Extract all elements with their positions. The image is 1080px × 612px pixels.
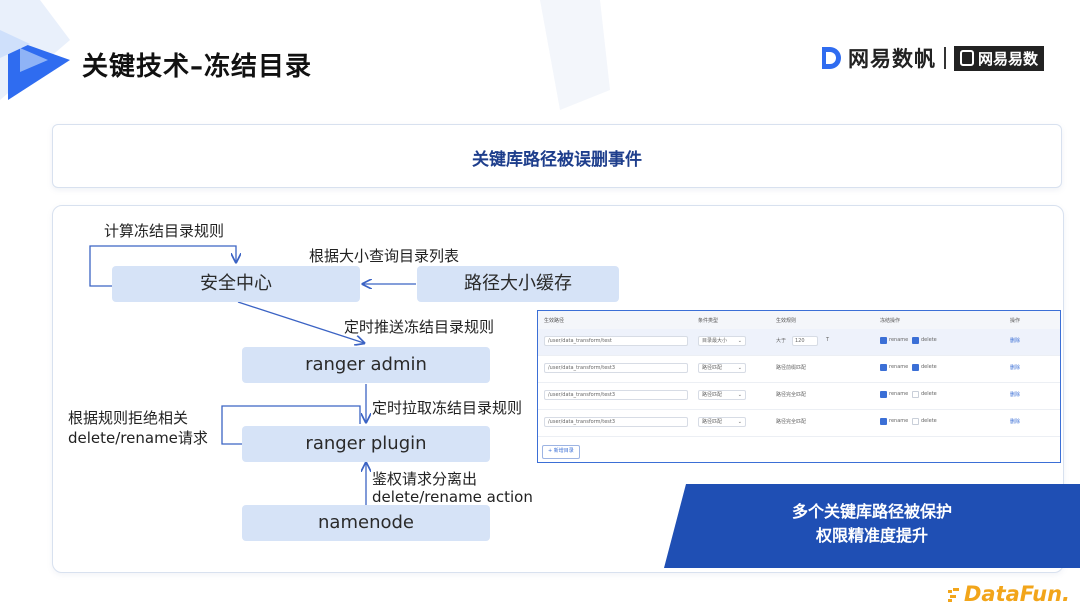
rename-label: rename (889, 418, 909, 424)
rename-label: rename (889, 337, 909, 343)
brand-secondary-badge: 网易易数 (953, 45, 1044, 71)
node-path-size-cache: 路径大小缓存 (417, 266, 619, 302)
table-row: /user/data_transform/test3 路径匹配 ⌄ 路径完全匹配 … (538, 410, 1060, 437)
size-input[interactable]: 120 (792, 336, 818, 346)
delete-label: delete (921, 418, 937, 424)
node-ranger-plugin: ranger plugin (242, 426, 490, 462)
condition-value: 路径匹配 (702, 419, 723, 425)
header-path: 生效路径 (544, 318, 565, 324)
chevron-down-icon: ⌄ (737, 365, 742, 371)
header-condition: 条件类型 (698, 318, 719, 324)
condition-select[interactable]: 路径匹配 ⌄ (698, 363, 746, 373)
event-banner: 关键库路径被误删事件 (52, 124, 1062, 188)
delete-link[interactable]: 删除 (1010, 391, 1020, 398)
label-reject-line2: delete/rename请求 (68, 429, 208, 447)
condition-value: 路径匹配 (702, 365, 723, 371)
datafun-text: DataFun. (963, 582, 1070, 606)
callout-line1: 多个关键库路径被保护 (791, 502, 952, 521)
delete-checkbox[interactable] (912, 337, 919, 344)
label-pull-rules: 定时拉取冻结目录规则 (372, 399, 523, 417)
path-input[interactable]: /user/data_transform/test3 (544, 417, 688, 427)
brand-primary-text: 网易数帆 (847, 47, 936, 71)
delete-link[interactable]: 删除 (1010, 337, 1020, 344)
delete-link[interactable]: 删除 (1010, 418, 1020, 425)
add-directory-button[interactable]: + 新增目录 (542, 445, 580, 459)
label-push-rules: 定时推送冻结目录规则 (344, 318, 495, 336)
label-query-by-size: 根据大小查询目录列表 (309, 247, 460, 265)
brand-logo: 网易数帆 网易易数 (820, 42, 1044, 74)
rename-label: rename (889, 391, 909, 397)
datafun-dots-icon (947, 588, 959, 602)
rule-text: 路径前缀匹配 (776, 365, 807, 371)
rule-text: 大于 (776, 338, 787, 344)
callout-box: 多个关键库路径被保护 权限精准度提升 (664, 484, 1080, 568)
rule-text: 路径完全匹配 (776, 392, 807, 398)
rename-checkbox[interactable] (880, 364, 887, 371)
chevron-down-icon: ⌄ (737, 392, 742, 398)
brand-secondary-text: 网易易数 (977, 49, 1038, 68)
netease-shufan-logo-icon (821, 47, 841, 69)
event-title: 关键库路径被误删事件 (472, 150, 642, 170)
callout-line2: 权限精准度提升 (815, 526, 928, 545)
path-input[interactable]: /user/data_transform/test3 (544, 363, 688, 373)
chevron-down-icon: ⌄ (737, 338, 742, 344)
label-auth-line1: 鉴权请求分离出 (372, 470, 478, 488)
node-security-center: 安全中心 (112, 266, 360, 302)
delete-label: delete (921, 391, 937, 397)
delete-checkbox[interactable] (912, 391, 919, 398)
delete-checkbox[interactable] (912, 418, 919, 425)
rename-label: rename (889, 364, 909, 370)
condition-value: 目录最大小 (702, 338, 728, 344)
table-row: /user/data_transform/test3 路径匹配 ⌄ 路径完全匹配 … (538, 383, 1060, 410)
node-ranger-admin: ranger admin (242, 347, 490, 383)
rename-checkbox[interactable] (880, 337, 887, 344)
slide: 关键技术–冻结目录 网易数帆 网易易数 关键库路径被误删事件 安全中心 路径大小… (0, 0, 1080, 612)
delete-checkbox[interactable] (912, 364, 919, 371)
datafun-logo: DataFun. (947, 582, 1070, 606)
header-ops: 操作 (1010, 318, 1021, 324)
delete-label: delete (921, 364, 937, 370)
path-input[interactable]: /user/data_transform/test3 (544, 390, 688, 400)
header-freeze: 冻结操作 (880, 318, 901, 324)
table-row: /user/data_transform/test 目录最大小 ⌄ 大于 120 … (538, 329, 1060, 356)
condition-select[interactable]: 路径匹配 ⌄ (698, 417, 746, 427)
condition-value: 路径匹配 (702, 392, 723, 398)
path-input[interactable]: /user/data_transform/test (544, 336, 688, 346)
header-rule: 生效规则 (776, 318, 797, 324)
size-unit: T (826, 337, 830, 343)
condition-select[interactable]: 路径匹配 ⌄ (698, 390, 746, 400)
frozen-directory-table: 生效路径 条件类型 生效规则 冻结操作 操作 /user/data_transf… (537, 310, 1061, 463)
label-compute-rules: 计算冻结目录规则 (104, 222, 225, 240)
rule-text: 路径完全匹配 (776, 419, 807, 425)
netease-yishu-logo-icon (959, 50, 974, 66)
delete-link[interactable]: 删除 (1010, 364, 1020, 371)
table-header: 生效路径 条件类型 生效规则 冻结操作 操作 (538, 311, 1060, 329)
node-namenode: namenode (242, 505, 490, 541)
label-auth-line2: delete/rename action (372, 488, 533, 506)
page-title: 关键技术–冻结目录 (82, 52, 313, 82)
brand-separator (943, 47, 946, 69)
table-row: /user/data_transform/test3 路径匹配 ⌄ 路径前缀匹配 … (538, 356, 1060, 383)
rename-checkbox[interactable] (880, 391, 887, 398)
rename-checkbox[interactable] (880, 418, 887, 425)
delete-label: delete (921, 337, 937, 343)
chevron-down-icon: ⌄ (737, 419, 742, 425)
label-reject-line1: 根据规则拒绝相关 (68, 409, 189, 427)
condition-select[interactable]: 目录最大小 ⌄ (698, 336, 746, 346)
